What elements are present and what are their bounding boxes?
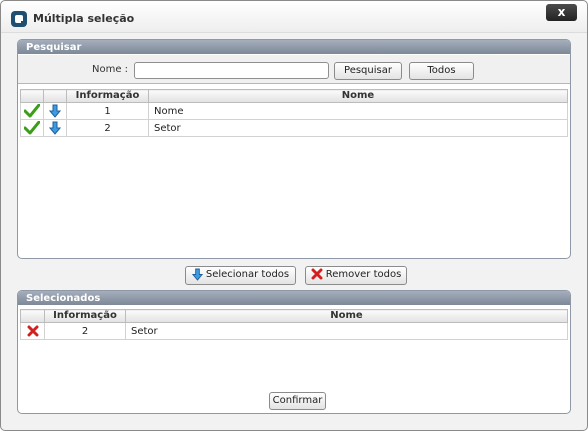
selected-panel-title: Selecionados <box>18 291 570 305</box>
check-cell[interactable] <box>20 102 44 120</box>
add-cell[interactable] <box>43 119 67 137</box>
table-row[interactable]: 1 Nome <box>20 102 568 120</box>
remove-icon <box>311 268 323 280</box>
dialog-title: Múltipla seleção <box>33 12 135 25</box>
remove-cell[interactable] <box>20 322 45 340</box>
confirm-button[interactable]: Confirmar <box>269 392 326 410</box>
row-info: 2 <box>66 119 149 137</box>
results-col-add <box>43 89 67 103</box>
table-row[interactable]: 2 Setor <box>20 119 568 137</box>
results-header-row: Informação Nome <box>20 89 568 103</box>
remove-all-label: Remover todos <box>325 269 402 280</box>
remove-icon[interactable] <box>27 325 39 337</box>
selected-header-row: Informação Nome <box>20 309 568 323</box>
search-bar: Nome : Pesquisar Todos <box>18 55 570 84</box>
add-cell[interactable] <box>43 102 67 120</box>
selected-col-remove <box>20 309 45 323</box>
selected-col-info[interactable]: Informação <box>44 309 126 323</box>
check-cell[interactable] <box>20 119 44 137</box>
select-all-button[interactable]: Selecionar todos <box>185 266 296 285</box>
name-search-input[interactable] <box>134 62 329 79</box>
results-col-name[interactable]: Nome <box>148 89 568 103</box>
check-icon[interactable] <box>24 121 40 135</box>
results-col-check <box>20 89 44 103</box>
name-label: Nome : <box>92 64 129 75</box>
selected-table: Informação Nome 2 Setor <box>20 309 568 340</box>
selected-panel: Selecionados Informação Nome 2 Setor Con… <box>17 290 571 414</box>
arrow-down-icon[interactable] <box>49 121 61 135</box>
all-button[interactable]: Todos <box>409 62 474 80</box>
row-name: Setor <box>148 119 568 137</box>
remove-all-button[interactable]: Remover todos <box>305 266 407 285</box>
select-all-label: Selecionar todos <box>205 269 290 280</box>
results-table: Informação Nome 1 Nome 2 Setor <box>20 89 568 137</box>
arrow-down-icon <box>191 268 203 281</box>
multi-select-dialog: Múltipla seleção x Pesquisar Nome : Pesq… <box>0 0 588 431</box>
row-info: 2 <box>44 322 126 340</box>
row-info: 1 <box>66 102 149 120</box>
search-panel: Pesquisar Nome : Pesquisar Todos Informa… <box>17 39 571 259</box>
search-panel-title: Pesquisar <box>18 40 570 54</box>
row-name: Nome <box>148 102 568 120</box>
close-button[interactable]: x <box>546 4 577 21</box>
title-bar: Múltipla seleção x <box>1 1 587 33</box>
selected-col-name[interactable]: Nome <box>125 309 568 323</box>
table-row[interactable]: 2 Setor <box>20 322 568 340</box>
results-col-info[interactable]: Informação <box>66 89 149 103</box>
arrow-down-icon[interactable] <box>49 104 61 118</box>
check-icon[interactable] <box>24 104 40 118</box>
row-name: Setor <box>125 322 568 340</box>
app-logo-icon <box>11 11 27 27</box>
search-button[interactable]: Pesquisar <box>334 62 402 80</box>
